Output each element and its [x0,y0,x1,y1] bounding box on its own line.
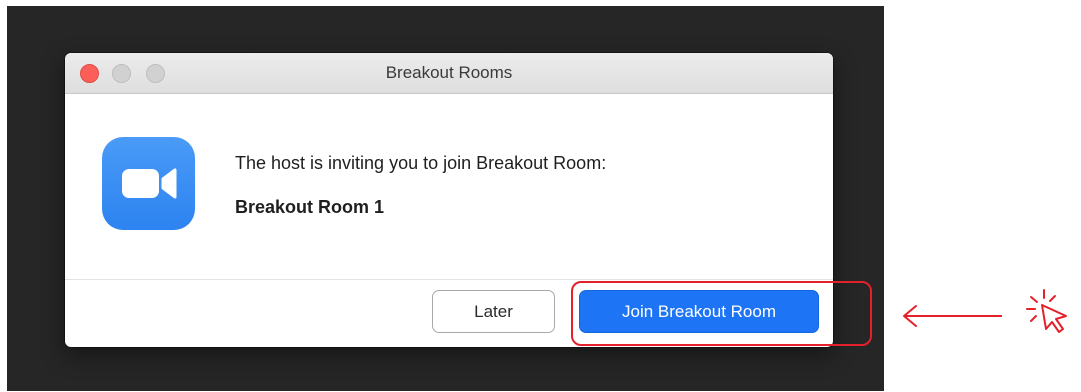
screenshot-stage: Breakout Rooms The host is inviting you … [0,0,1081,392]
window-titlebar[interactable]: Breakout Rooms [65,53,833,94]
click-cursor-icon [1026,289,1067,333]
window-title: Breakout Rooms [385,63,513,82]
zoom-camera-icon [102,137,195,230]
later-button[interactable]: Later [432,290,555,333]
breakout-room-name: Breakout Room 1 [235,197,385,217]
left-arrow-icon [903,305,1002,327]
invitation-message: The host is inviting you to join Breakou… [235,153,607,173]
join-button-highlight [571,281,872,346]
button-divider [65,279,833,280]
